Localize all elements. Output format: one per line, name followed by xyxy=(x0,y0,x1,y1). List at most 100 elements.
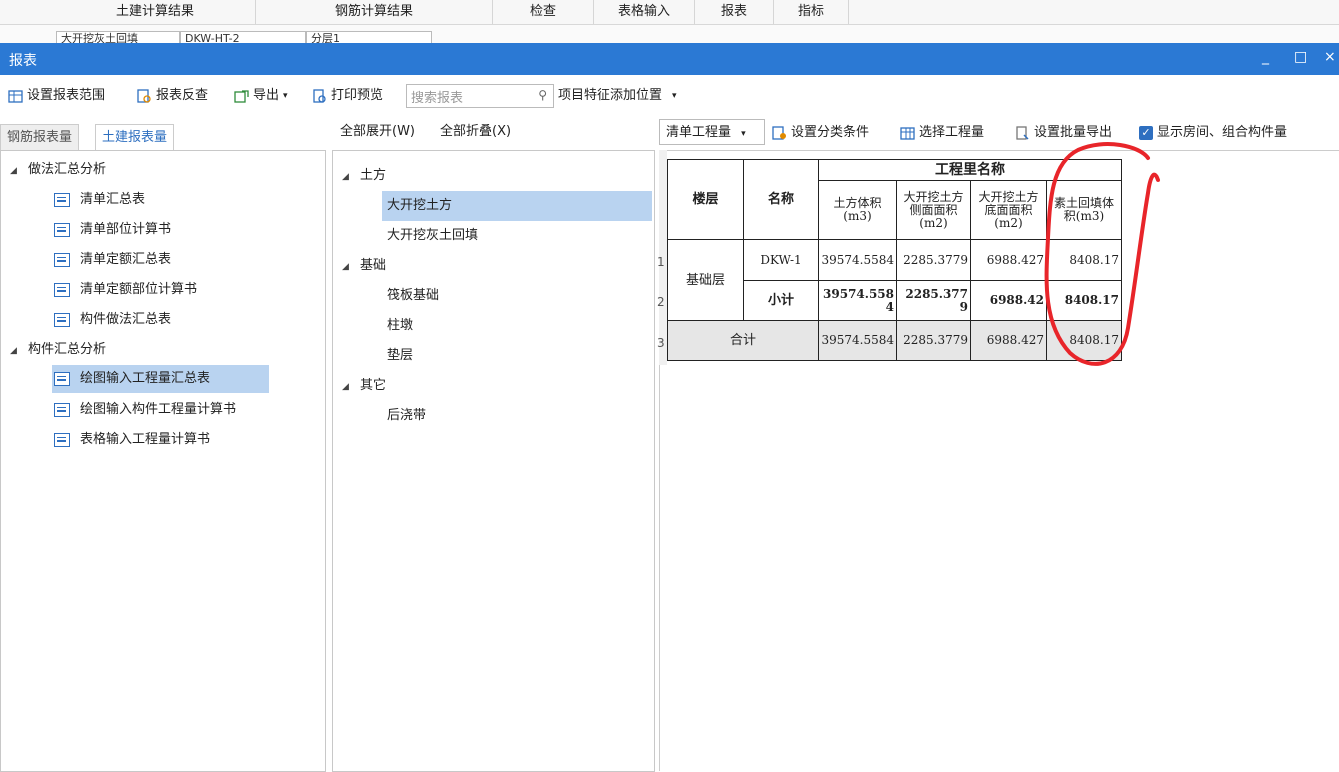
tree-group-foundation[interactable]: ◢ 基础 xyxy=(342,253,386,279)
tree-item-drawing-qty-summary[interactable]: 绘图输入工程量汇总表 xyxy=(52,365,269,393)
tab-civil-report[interactable]: 土建报表量 xyxy=(95,124,175,151)
set-range-button[interactable]: 设置报表范围 xyxy=(8,86,105,106)
tree-item-label: 清单部位计算书 xyxy=(80,222,172,237)
collapse-all-button[interactable]: 全部折叠(X) xyxy=(440,119,511,145)
row-number: 3 xyxy=(657,336,665,350)
nav-table-input[interactable]: 表格输入 xyxy=(594,0,695,24)
tab-rebar-report[interactable]: 钢筋报表量 xyxy=(0,124,80,151)
classify-condition-button[interactable]: 设置分类条件 xyxy=(772,123,869,143)
tree-group-label: 土方 xyxy=(360,168,387,183)
nav-report[interactable]: 报表 xyxy=(695,0,774,24)
tree-item-label: 构件做法汇总表 xyxy=(80,312,172,327)
collapse-triangle-icon[interactable]: ◢ xyxy=(10,158,28,184)
search-icon[interactable]: ⚲ xyxy=(538,88,547,102)
tree-group-label: 构件汇总分析 xyxy=(28,342,107,357)
col-side-area-header: 大开挖土方侧面面积(m2) xyxy=(896,180,971,240)
print-preview-icon xyxy=(312,88,327,104)
report-doc-icon xyxy=(54,402,70,417)
print-preview-button[interactable]: 打印预览 xyxy=(312,86,383,106)
quantity-type-label: 清单工程量 xyxy=(666,125,732,140)
tree-group-other[interactable]: ◢ 其它 xyxy=(342,373,386,399)
tree-item-bill-summary[interactable]: 清单汇总表 xyxy=(54,187,145,213)
col-floor-header: 楼层 xyxy=(667,159,744,240)
component-type-select[interactable]: 大开挖灰土回填 xyxy=(56,31,180,43)
tree-item-label: 表格输入工程量计算书 xyxy=(80,432,211,447)
tree-item-bill-part-calc[interactable]: 清单部位计算书 xyxy=(54,217,171,243)
reverse-lookup-icon xyxy=(137,88,152,104)
tree-group-earthwork[interactable]: ◢ 土方 xyxy=(342,163,386,189)
nav-check[interactable]: 检查 xyxy=(493,0,594,24)
collapse-triangle-icon[interactable]: ◢ xyxy=(10,338,28,364)
show-rooms-label: 显示房间、组合构件量 xyxy=(1157,125,1288,140)
tree-item-label: 清单定额汇总表 xyxy=(80,252,172,267)
nav-index[interactable]: 指标 xyxy=(774,0,849,24)
quantity-type-dropdown[interactable]: 清单工程量 ▾ xyxy=(659,119,765,145)
col-name-header: 名称 xyxy=(743,159,819,240)
window-titlebar: 报表 _ □ × xyxy=(0,43,1339,75)
tree-item-excavation[interactable]: 大开挖土方 xyxy=(382,191,652,221)
tree-group-label: 基础 xyxy=(360,258,387,273)
tree-item-lime-backfill[interactable]: 大开挖灰土回填 xyxy=(387,223,478,249)
tree-item-label: 绘图输入构件工程量计算书 xyxy=(80,402,237,417)
collapse-triangle-icon[interactable]: ◢ xyxy=(342,374,360,400)
tree-item-raft-foundation[interactable]: 筏板基础 xyxy=(387,283,439,309)
export-icon xyxy=(234,89,249,104)
collapse-triangle-icon[interactable]: ◢ xyxy=(342,254,360,280)
minimize-button[interactable]: _ xyxy=(1262,49,1269,65)
tree-item-column-pier[interactable]: 柱墩 xyxy=(387,313,413,339)
floor-cell: 基础层 xyxy=(667,239,744,321)
subtotal-label-cell: 小计 xyxy=(743,280,819,321)
export-button[interactable]: 导出 ▾ xyxy=(234,86,288,106)
tree-item-label: 清单定额部位计算书 xyxy=(80,282,198,297)
report-doc-icon xyxy=(54,222,70,237)
export-label: 导出 xyxy=(253,88,280,103)
tree-item-table-input-calc[interactable]: 表格输入工程量计算书 xyxy=(54,427,210,453)
range-icon xyxy=(8,89,23,104)
export-dropdown-icon[interactable]: ▾ xyxy=(283,86,288,106)
table-icon xyxy=(900,126,915,141)
report-doc-icon xyxy=(54,432,70,447)
reverse-lookup-button[interactable]: 报表反查 xyxy=(137,86,208,106)
tree-item-label: 清单汇总表 xyxy=(80,192,146,207)
chevron-down-icon: ▾ xyxy=(672,91,677,101)
window-title: 报表 xyxy=(9,53,37,69)
report-doc-icon xyxy=(54,371,70,386)
category-tree-pane xyxy=(332,150,655,772)
side-area-cell: 2285.3779 xyxy=(896,320,971,361)
maximize-button[interactable]: □ xyxy=(1294,49,1307,65)
row-number: 2 xyxy=(657,295,665,309)
row-name-cell: DKW-1 xyxy=(743,239,819,281)
report-search-input[interactable]: 搜索报表 ⚲ xyxy=(406,84,554,108)
feature-position-dropdown[interactable]: 项目特征添加位置 ▾ xyxy=(558,86,677,106)
set-range-label: 设置报表范围 xyxy=(27,88,106,103)
tree-item-cushion[interactable]: 垫层 xyxy=(387,343,413,369)
expand-all-button[interactable]: 全部展开(W) xyxy=(340,119,415,145)
tree-group-component-summary[interactable]: ◢ 构件汇总分析 xyxy=(10,337,106,363)
tree-item-bill-quota-summary[interactable]: 清单定额汇总表 xyxy=(54,247,171,273)
tree-group-method-summary[interactable]: ◢ 做法汇总分析 xyxy=(10,157,106,183)
select-quantity-button[interactable]: 选择工程量 xyxy=(900,123,984,143)
report-doc-icon xyxy=(54,252,70,267)
tree-item-post-cast-strip[interactable]: 后浇带 xyxy=(387,403,426,429)
red-annotation-circle xyxy=(1044,142,1160,366)
report-tree-pane xyxy=(0,150,326,772)
report-doc-icon xyxy=(54,282,70,297)
annotation-stroke xyxy=(1044,142,1160,366)
classify-icon xyxy=(772,125,787,141)
close-button[interactable]: × xyxy=(1324,49,1336,65)
collapse-triangle-icon[interactable]: ◢ xyxy=(342,164,360,190)
classify-label: 设置分类条件 xyxy=(791,125,870,140)
report-toolbar: 设置报表范围 报表反查 导出 ▾ 打印预览 项目特征添加位置 ▾ xyxy=(0,82,1339,110)
layer-select[interactable]: 分层1 xyxy=(306,31,432,43)
chevron-down-icon: ▾ xyxy=(741,129,746,139)
component-name-select[interactable]: DKW-HT-2 xyxy=(180,31,306,43)
tree-item-drawing-component-calc[interactable]: 绘图输入构件工程量计算书 xyxy=(54,397,236,423)
side-area-cell: 2285.3779 xyxy=(896,280,971,321)
row-number: 1 xyxy=(657,255,665,269)
earth-volume-cell: 39574.5584 xyxy=(818,239,897,281)
nav-rebar-results[interactable]: 钢筋计算结果 xyxy=(256,0,493,24)
nav-civil-results[interactable]: 土建计算结果 xyxy=(55,0,256,24)
tree-item-component-method-summary[interactable]: 构件做法汇总表 xyxy=(54,307,171,333)
tree-item-bill-quota-part-calc[interactable]: 清单定额部位计算书 xyxy=(54,277,197,303)
batch-export-icon xyxy=(1015,125,1030,141)
